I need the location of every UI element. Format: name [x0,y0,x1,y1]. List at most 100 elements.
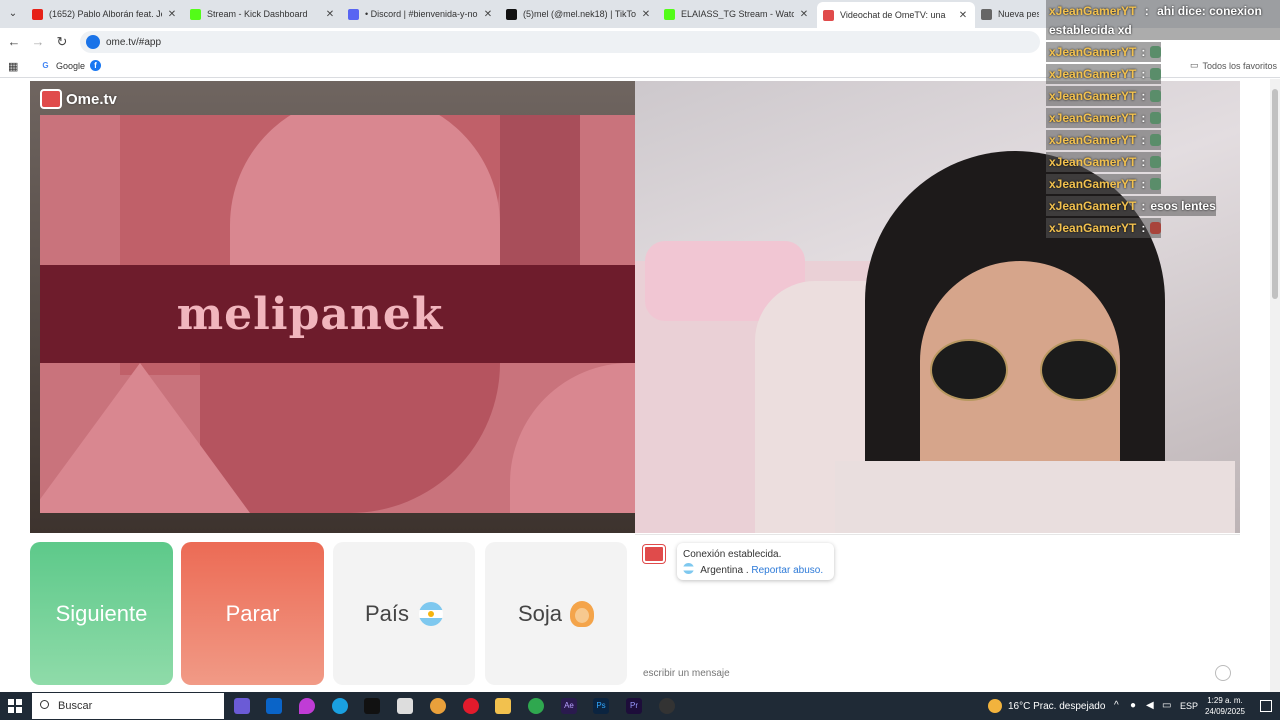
tab-title: ELAIASS_TG Stream - Watch Live [681,9,794,19]
taskbar-search[interactable]: Buscar [32,693,224,719]
system-message: Conexión establecida. Argentina . Report… [677,543,834,580]
file-explorer-icon[interactable] [495,698,511,714]
page-scrollbar[interactable] [1270,79,1280,692]
chat-separator: : [1141,89,1146,103]
bookmark-google[interactable]: G Google [40,60,85,71]
microphone-icon[interactable]: ● [1130,700,1136,711]
country-filter-button[interactable]: País [333,542,475,685]
edge-icon[interactable] [332,698,348,714]
ometv-logo-icon [40,89,62,109]
chat-username: xJeanGamerYT [1049,133,1137,147]
tab-favicon-icon [981,8,992,20]
app-icon[interactable] [430,698,446,714]
close-tab-icon[interactable]: ✕ [957,10,969,21]
tab-6[interactable]: Nueva pesta [975,3,1045,25]
media-player-icon[interactable] [463,698,479,714]
obs-icon[interactable] [659,698,675,714]
tab-0[interactable]: (1652) Pablo Alborán feat. Jesse ✕ [26,3,184,25]
girl-emoji-icon [570,600,595,627]
tab-favicon-icon [190,8,201,20]
tray-chevron-icon[interactable]: ^ [1114,700,1119,711]
tab-5[interactable]: Videochat de OmeTV: una ✕ [817,2,975,28]
chat-username: xJeanGamerYT [1049,177,1137,191]
stranger-name-band: melipanek [40,265,635,363]
close-tab-icon[interactable]: ✕ [166,9,178,20]
chat-username: xJeanGamerYT [1049,111,1137,125]
tab-3[interactable]: (5)mel (@mel.nek18) | TikTok ✕ [500,3,658,25]
reload-icon[interactable]: ↻ [54,34,70,50]
address-url: ome.tv/#app [106,36,162,48]
windows-start-icon[interactable] [8,699,22,713]
apps-grid-icon[interactable]: ▦ [8,60,18,73]
chat-emote-icon [1150,156,1161,168]
site-info-icon[interactable] [86,35,100,49]
stranger-video: Ome.tv melipanek [30,81,635,533]
next-button[interactable]: Siguiente [30,542,173,685]
tab-favicon-icon [348,8,359,20]
chat-username: xJeanGamerYT [1049,4,1137,18]
tab-1[interactable]: Stream - Kick Dashboard ✕ [184,3,342,25]
chat-emote-icon [1150,134,1161,146]
close-tab-icon[interactable]: ✕ [324,9,336,20]
tab-2[interactable]: • Discord | #bienvenida-y-norm ✕ [342,3,500,25]
stream-chat-message: xJeanGamerYT: esos lentes [1046,196,1216,216]
weather-sun-icon [988,699,1002,713]
tab-favicon-icon [823,9,834,21]
stream-chat-overlay: xJeanGamerYT : ahi dice: conexion establ… [1046,0,1280,238]
photoshop-icon[interactable]: Ps [593,698,609,714]
stream-chat-message: xJeanGamerYT: [1046,130,1161,150]
forward-icon[interactable]: → [30,34,46,50]
back-icon[interactable]: ← [6,34,22,50]
tab-search-chevron-icon[interactable]: ⌄ [4,5,22,23]
tab-favicon-icon [32,8,43,20]
stream-chat-message: xJeanGamerYT: [1046,108,1161,128]
chat-username: xJeanGamerYT [1049,221,1137,235]
gender-filter-button[interactable]: Soja [485,542,627,685]
clock-date: 24/09/2025 [1204,707,1246,716]
weather-widget[interactable]: 16°C Prac. despejado [988,699,1105,713]
tab-title: Nueva pesta [998,9,1039,19]
close-tab-icon[interactable]: ✕ [640,9,652,20]
scrollbar-thumb[interactable] [1272,89,1278,299]
weather-text: 16°C Prac. despejado [1008,700,1106,712]
chat-username: xJeanGamerYT [1049,45,1137,59]
stop-button[interactable]: Parar [181,542,324,685]
premiere-icon[interactable]: Pr [626,698,642,714]
address-bar[interactable]: ome.tv/#app [80,31,1040,53]
gender-label: Soja [517,600,563,626]
stream-chat-message: xJeanGamerYT: [1046,42,1161,62]
emoji-icon[interactable] [1215,665,1231,681]
tab-title: • Discord | #bienvenida-y-norm [365,9,478,19]
tab-title: Videochat de OmeTV: una [840,10,946,20]
close-tab-icon[interactable]: ✕ [482,9,494,20]
clock[interactable]: 1:29 a. m. 24/09/2025 [1195,695,1255,717]
network-icon[interactable]: ▭ [1162,700,1171,711]
tab-favicon-icon [506,8,517,20]
speaker-icon[interactable]: ◀ [1146,700,1154,711]
report-abuse-link[interactable]: Reportar abuso. [751,565,823,576]
ometv-logo: Ome.tv [40,89,117,109]
message-input[interactable] [643,665,1203,681]
stream-chat-message: xJeanGamerYT : ahi dice: conexion establ… [1046,0,1280,40]
tab-title: (1652) Pablo Alborán feat. Jesse [49,9,162,19]
notifications-icon[interactable] [1260,700,1272,712]
chat-panel: Conexión establecida. Argentina . Report… [635,534,1240,691]
chat-separator: : [1141,177,1146,191]
stream-chat-message: xJeanGamerYT: [1046,86,1161,106]
after-effects-icon[interactable]: Ae [561,698,577,714]
stranger-name: melipanek [176,288,444,340]
chat-separator: : [1141,221,1146,235]
bookmark-facebook[interactable]: f [90,60,106,71]
tiktok-icon[interactable] [364,698,380,714]
outlook-icon[interactable] [266,698,282,714]
separator: . [745,565,749,576]
chat-emote-icon [1150,222,1161,234]
close-tab-icon[interactable]: ✕ [798,9,810,20]
stream-chat-message: xJeanGamerYT: [1046,152,1161,172]
widgets-icon[interactable] [234,698,250,714]
tab-4[interactable]: ELAIASS_TG Stream - Watch Live ✕ [658,3,816,25]
chrome-icon[interactable] [528,698,544,714]
store-icon[interactable] [397,698,413,714]
color-picker-icon[interactable] [299,698,315,714]
chat-username: xJeanGamerYT [1049,155,1137,169]
